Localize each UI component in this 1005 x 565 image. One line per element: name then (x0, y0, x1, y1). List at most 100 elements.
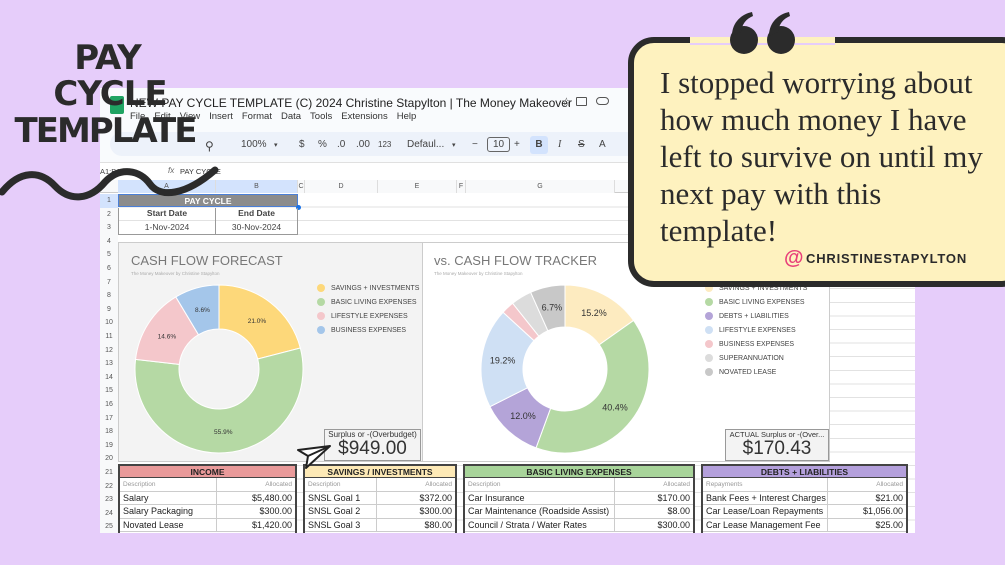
end-date-value[interactable]: 30-Nov-2024 (216, 222, 298, 235)
row-header[interactable]: 16 (100, 398, 118, 412)
legend-item[interactable]: BASIC LIVING EXPENSES (317, 295, 419, 309)
description-cell[interactable]: Council / Strata / Water Rates (465, 518, 615, 532)
allocated-cell[interactable]: $80.00 (377, 519, 455, 532)
row-header[interactable]: 8 (100, 289, 118, 303)
currency-button[interactable]: $ (299, 139, 305, 150)
legend-item[interactable]: LIFESTYLE EXPENSES (317, 309, 419, 323)
row-header[interactable]: 3 (100, 221, 118, 235)
description-cell[interactable]: SNSL Goal 1 (305, 491, 377, 505)
allocated-cell[interactable]: $21.00 (828, 492, 906, 505)
cloud-status-icon[interactable] (596, 97, 609, 105)
legend-item[interactable]: SUPERANNUATION (705, 351, 807, 365)
legend-item[interactable]: BASIC LIVING EXPENSES (705, 295, 807, 309)
font-size-increase-button[interactable]: + (514, 139, 520, 150)
row-header[interactable]: 5 (100, 248, 118, 262)
font-select[interactable]: Defaul... (407, 139, 444, 150)
column-header-g[interactable]: G (466, 180, 615, 193)
text-color-button[interactable]: A (599, 139, 606, 150)
row-header[interactable]: 13 (100, 357, 118, 371)
description-cell[interactable]: Car Insurance (465, 491, 615, 505)
strikethrough-button[interactable]: S (578, 139, 585, 150)
font-size-input[interactable]: 10 (487, 137, 511, 152)
description-cell[interactable]: SNSL Goal 3 (305, 518, 377, 532)
allocated-cell[interactable]: $170.00 (615, 492, 693, 505)
description-cell[interactable]: Novated Lease (120, 518, 217, 532)
row-header[interactable]: 4 (100, 234, 118, 249)
row-header[interactable]: 21 (100, 466, 118, 480)
row-header[interactable]: 17 (100, 411, 118, 426)
row-header[interactable]: 22 (100, 479, 118, 494)
allocated-cell[interactable]: $1,056.00 (828, 505, 906, 518)
row-header[interactable]: 2 (100, 207, 118, 222)
row-header[interactable]: 15 (100, 384, 118, 398)
row-header[interactable]: 9 (100, 302, 118, 317)
allocated-cell[interactable]: $5,480.00 (217, 492, 295, 505)
legend-item[interactable]: LIFESTYLE EXPENSES (705, 323, 807, 337)
font-size-decrease-button[interactable]: − (472, 139, 478, 150)
table-row[interactable]: Car Lease Management Fee $25.00 (703, 518, 906, 533)
table-row[interactable]: SNSL Goal 2 $300.00 (305, 505, 455, 519)
slice-basic-living-expenses[interactable] (535, 319, 650, 454)
allocated-cell[interactable]: $300.00 (377, 505, 455, 518)
table-row[interactable]: Council / Strata / Water Rates $300.00 (465, 518, 693, 533)
slice-basic-living-expenses[interactable] (134, 347, 304, 454)
table-row[interactable]: Car Maintenance (Roadside Assist) $8.00 (465, 505, 693, 519)
start-date-value[interactable]: 1-Nov-2024 (118, 222, 216, 235)
menu-extensions[interactable]: Extensions (341, 111, 387, 122)
row-header[interactable]: 10 (100, 316, 118, 330)
allocated-cell[interactable]: $25.00 (828, 519, 906, 532)
row-header[interactable]: 19 (100, 438, 118, 453)
chevron-down-icon[interactable]: ▾ (452, 141, 456, 149)
table-row[interactable]: Novated Lease $1,420.00 (120, 518, 295, 533)
bold-button[interactable]: B (530, 136, 548, 154)
allocated-cell[interactable]: $8.00 (615, 505, 693, 518)
table-row[interactable]: Car Insurance $170.00 (465, 491, 693, 506)
description-cell[interactable]: Car Lease Management Fee (703, 518, 828, 532)
increase-decimal-button[interactable]: .00 (356, 139, 370, 150)
row-header[interactable]: 18 (100, 425, 118, 439)
menu-help[interactable]: Help (397, 111, 417, 122)
table-row[interactable]: SNSL Goal 3 $80.00 (305, 518, 455, 533)
description-cell[interactable]: Salary (120, 491, 217, 505)
legend-item[interactable]: DEBTS + LIABILITIES (705, 309, 807, 323)
legend-item[interactable]: BUSINESS EXPENSES (317, 323, 419, 337)
table-row[interactable]: SNSL Goal 1 $372.00 (305, 491, 455, 506)
row-header[interactable]: 12 (100, 343, 118, 358)
menu-data[interactable]: Data (281, 111, 301, 122)
row-header[interactable]: 11 (100, 330, 118, 344)
instagram-handle[interactable]: CHRISTINESTAPYLTON (806, 251, 967, 266)
row-header[interactable]: 20 (100, 452, 118, 466)
star-icon[interactable]: ☆ (561, 95, 572, 109)
cash-flow-forecast-chart[interactable]: CASH FLOW FORECAST The Money Makeover by… (118, 242, 423, 462)
column-header-b[interactable]: B (216, 180, 298, 193)
italic-button[interactable]: I (558, 139, 561, 150)
legend-item[interactable]: BUSINESS EXPENSES (705, 337, 807, 351)
table-row[interactable]: Salary $5,480.00 (120, 491, 295, 506)
legend-item[interactable]: NOVATED LEASE (705, 365, 807, 379)
table-row[interactable]: Bank Fees + Interest Charges $21.00 (703, 491, 906, 506)
menu-insert[interactable]: Insert (209, 111, 233, 122)
legend-item[interactable]: SAVINGS + INVESTMENTS (317, 281, 419, 295)
move-folder-icon[interactable] (576, 97, 587, 106)
row-header[interactable]: 25 (100, 520, 118, 533)
number-format-button[interactable]: 123 (378, 140, 391, 149)
zoom-select[interactable]: 100% (241, 139, 267, 150)
description-cell[interactable]: Salary Packaging (120, 505, 217, 518)
table-row[interactable]: Salary Packaging $300.00 (120, 505, 295, 519)
description-cell[interactable]: Car Maintenance (Roadside Assist) (465, 505, 615, 518)
description-cell[interactable]: Bank Fees + Interest Charges (703, 491, 828, 505)
column-header-d[interactable]: D (305, 180, 378, 193)
row-header[interactable]: 24 (100, 506, 118, 521)
menu-tools[interactable]: Tools (310, 111, 332, 122)
row-header[interactable]: 7 (100, 275, 118, 290)
row-header[interactable]: 23 (100, 493, 118, 507)
allocated-cell[interactable]: $372.00 (377, 492, 455, 505)
table-row[interactable]: Car Lease/Loan Repayments $1,056.00 (703, 505, 906, 519)
description-cell[interactable]: SNSL Goal 2 (305, 505, 377, 518)
row-header[interactable]: 6 (100, 262, 118, 276)
row-header[interactable]: 14 (100, 370, 118, 385)
percent-button[interactable]: % (318, 139, 327, 150)
column-header-c[interactable]: C (298, 180, 305, 193)
menu-format[interactable]: Format (242, 111, 272, 122)
allocated-cell[interactable]: $300.00 (217, 505, 295, 518)
